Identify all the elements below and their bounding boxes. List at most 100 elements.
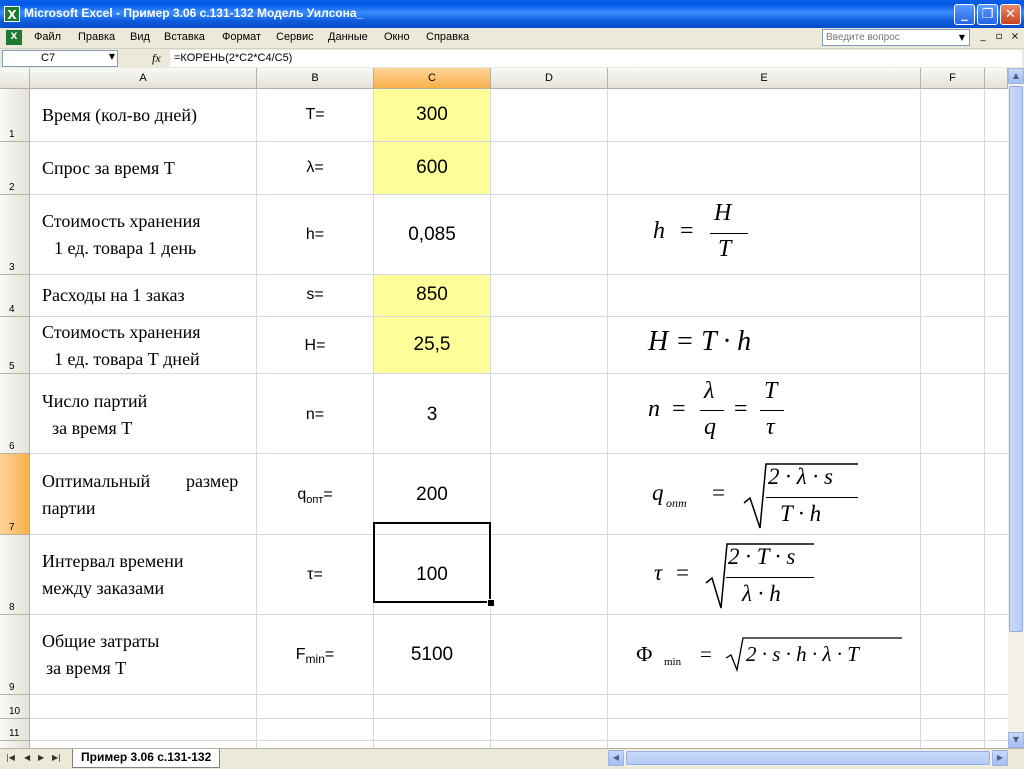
column-header-f[interactable]: F [921,68,985,89]
menu-file[interactable]: Файл [34,31,61,43]
cell-c7[interactable]: 200 [374,484,490,506]
gridline [30,141,1008,142]
cell-a8-line2: между заказами [42,578,165,598]
formula-f-min: Ф min = 2 · s · h · λ · T [636,636,916,676]
gridline [30,194,1008,195]
formula-q-opt: q опт = 2 · λ · s T · h [652,458,872,533]
menu-format[interactable]: Формат [222,31,261,43]
formula-input[interactable]: =КОРЕНЬ(2*C2*C4/C5) [170,50,1022,67]
cell-c6[interactable]: 3 [374,404,490,426]
menu-help[interactable]: Справка [426,31,469,43]
cell-b5: H= [304,337,326,354]
row-header-1[interactable]: 1 [0,89,30,142]
cell-a7-line2: партии [42,498,96,518]
cell-c5[interactable]: 25,5 [374,334,490,356]
scroll-up-button[interactable]: ▲ [1008,68,1024,84]
cell-b4: s= [306,286,324,303]
cell-c4[interactable]: 850 [374,284,490,306]
scroll-left-button[interactable]: ◀ [608,750,624,766]
row-header-9[interactable]: 9 [0,615,30,695]
cell-a8-line1: Интервал времени [42,551,184,571]
row-header-12[interactable]: 12 [0,741,30,748]
column-header-e[interactable]: E [608,68,921,89]
scroll-right-button[interactable]: ▶ [992,750,1008,766]
worksheet-grid[interactable]: A B C D E F 1 2 3 4 5 6 7 8 9 10 11 12 В… [0,68,1008,748]
sheet-tab-bar: |◀ ◀ ▶ ▶| Пример 3.06 с.131-132 ◀ ▶ [0,748,1024,769]
previous-sheet-icon[interactable]: ◀ [24,753,30,762]
sheet-tab-active[interactable]: Пример 3.06 с.131-132 [72,749,221,768]
fraction-bar [760,410,784,411]
row-header-5[interactable]: 5 [0,317,30,374]
horizontal-scroll-thumb[interactable] [626,751,990,765]
name-box[interactable]: C7 ▼ [2,50,118,67]
chevron-down-icon[interactable]: ▼ [956,31,968,44]
vertical-scroll-thumb[interactable] [1009,86,1023,632]
row-header-10[interactable]: 10 [0,695,30,719]
formula-h: h = H T [650,200,770,270]
gridline [30,614,1008,615]
select-all-corner[interactable] [0,68,30,89]
row-header-2[interactable]: 2 [0,142,30,195]
row-header-4[interactable]: 4 [0,275,30,317]
menu-window[interactable]: Окно [384,31,410,43]
workbook-icon[interactable]: X [6,30,22,45]
gridline [30,740,1008,741]
active-cell-border [373,522,491,603]
name-box-value: C7 [41,52,56,64]
cell-a5-line1: Стоимость хранения [42,322,201,342]
cell-c1[interactable]: 300 [374,104,490,126]
cell-c3[interactable]: 0,085 [374,224,490,246]
row-header-6[interactable]: 6 [0,374,30,454]
row-header-3[interactable]: 3 [0,195,30,275]
formula-n: n = λ q = T τ [648,376,808,454]
close-button[interactable]: ✕ [1000,4,1021,25]
column-header-d[interactable]: D [491,68,608,89]
cell-c9[interactable]: 5100 [374,644,490,666]
column-header-c[interactable]: C [374,68,491,89]
excel-icon[interactable]: X [4,6,20,22]
minimize-button[interactable]: _ [954,4,975,25]
insert-function-icon[interactable]: fx [152,51,161,66]
cell-a3-line2: 1 ед. товара 1 день [54,238,197,258]
cell-b2: λ= [306,159,324,176]
fill-handle[interactable] [487,599,495,607]
cell-a2: Спрос за время Т [42,158,175,178]
chevron-down-icon[interactable]: ▼ [109,52,115,61]
row-header-7[interactable]: 7 [0,454,30,535]
workbook-close-button[interactable]: × [1008,31,1022,42]
formula-tau: τ = 2 · T · s λ · h [652,538,832,613]
cell-a9-line1: Общие затраты [42,631,160,651]
menu-view[interactable]: Вид [130,31,150,43]
next-sheet-icon[interactable]: ▶ [38,753,44,762]
gridline [30,694,1008,695]
gridline [30,373,1008,374]
cell-a7-word2: размер [186,471,239,491]
menu-edit[interactable]: Правка [78,31,115,43]
cell-a3-line1: Стоимость хранения [42,211,201,231]
first-sheet-icon[interactable]: |◀ [6,753,15,762]
cell-a5-line2: 1 ед. товара Т дней [54,349,200,369]
help-search-input[interactable] [823,30,957,45]
menu-tools[interactable]: Сервис [276,31,314,43]
row-header-11[interactable]: 11 [0,719,30,741]
scroll-down-button[interactable]: ▼ [1008,732,1024,748]
cell-c2[interactable]: 600 [374,157,490,179]
menu-data[interactable]: Данные [328,31,368,43]
fraction-bar [710,233,748,234]
last-sheet-icon[interactable]: ▶| [52,753,61,762]
menu-insert[interactable]: Вставка [164,31,205,43]
gridline [30,453,1008,454]
restore-button[interactable]: ❐ [977,4,998,25]
column-header-b[interactable]: B [257,68,374,89]
workbook-restore-button[interactable]: ▫ [992,31,1006,42]
help-question-box[interactable]: ▼ [822,29,970,46]
workbook-minimize-button[interactable]: _ [976,31,990,42]
row-header-8[interactable]: 8 [0,535,30,615]
fraction-bar [700,410,724,411]
gridline [490,89,491,748]
cell-b3: h= [305,226,325,243]
cell-a4: Расходы на 1 заказ [42,285,185,305]
column-header-a[interactable]: A [30,68,257,89]
cell-b8: τ= [307,566,323,583]
column-header-g[interactable] [985,68,1008,89]
